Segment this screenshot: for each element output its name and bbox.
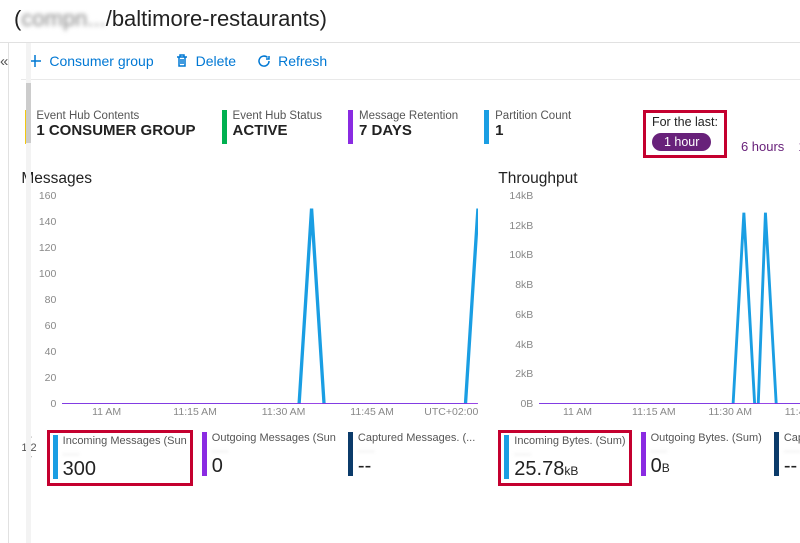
messages-plot-area[interactable]	[62, 196, 478, 404]
messages-yaxis: 160 140 120 100 80 60 40 20 0	[22, 196, 58, 404]
metric-captured-messages[interactable]: Captured Messages. (.........--	[345, 430, 478, 480]
throughput-yaxis: 14kB 12kB 10kB 8kB 6kB 4kB 2kB 0B	[499, 196, 535, 404]
stat-partition: Partition Count1	[484, 110, 571, 144]
stat-retention: Message Retention7 DAYS	[348, 110, 458, 144]
time-range-label: For the last:	[652, 115, 718, 129]
collapse-gutter[interactable]: «	[0, 43, 9, 543]
throughput-plot-area[interactable]	[539, 196, 800, 404]
metric-incoming-messages[interactable]: Incoming Messages (Sun......300	[47, 430, 193, 486]
delete-button[interactable]: Delete	[174, 53, 236, 69]
time-range-1h[interactable]: 1 hour	[652, 133, 711, 151]
metric-outgoing-messages[interactable]: Outgoing Messages (Sun......0	[199, 430, 339, 480]
trash-icon	[174, 53, 190, 69]
metric-outgoing-bytes[interactable]: Outgoing Bytes. (Sum)......0B	[638, 430, 765, 480]
consumer-group-button[interactable]: Consumer group	[27, 53, 153, 69]
throughput-title: Throughput	[498, 170, 800, 188]
time-range-highlight: For the last: 1 hour	[643, 110, 727, 158]
chevron-left-double-icon: «	[0, 53, 8, 70]
metric-incoming-bytes[interactable]: Incoming Bytes. (Sum)......25.78kB	[498, 430, 631, 486]
messages-xaxis: 11 AM11:15 AM11:30 AM11:45 AMUTC+02:00	[62, 406, 478, 424]
stat-status: Event Hub StatusACTIVE	[222, 110, 323, 144]
messages-title: Messages	[21, 170, 478, 188]
messages-chart: Messages 160 140 120 100 80 60 40 20 0	[21, 170, 478, 486]
page-title: (compn.../baltimore-restaurants)	[0, 0, 800, 36]
throughput-xaxis: 11 AM11:15 AM11:30 AM11:45 AMUTC+02:00	[539, 406, 800, 424]
toolbar: Consumer group Delete Refresh	[21, 43, 800, 80]
throughput-chart: Throughput 14kB 12kB 10kB 8kB 6kB 4kB 2k…	[498, 170, 800, 486]
refresh-icon	[256, 53, 272, 69]
metric-captured-bytes[interactable]: Captured Bytes. (Sum)......--	[771, 430, 800, 480]
refresh-button[interactable]: Refresh	[256, 53, 327, 69]
stat-contents: Event Hub Contents1 CONSUMER GROUP	[25, 110, 195, 144]
time-range-6h[interactable]: 6 hours	[741, 139, 784, 158]
